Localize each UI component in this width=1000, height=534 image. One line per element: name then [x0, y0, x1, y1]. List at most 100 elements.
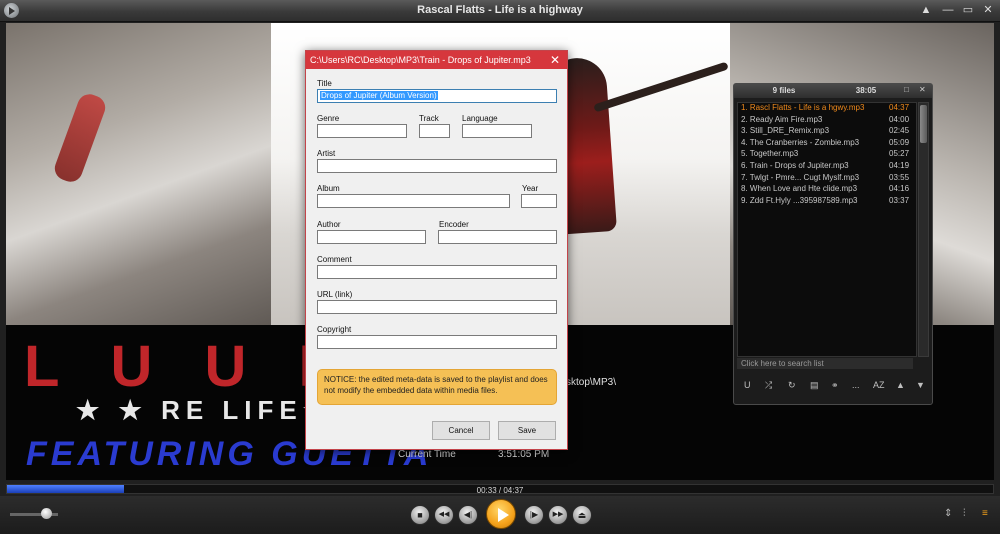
- save-button[interactable]: Save: [498, 421, 556, 440]
- playlist-search-input[interactable]: Click here to search list: [737, 358, 913, 369]
- playlist-item[interactable]: 7. Twlgt - Pmre... Cugt Myslf.mp3 03:55: [738, 173, 916, 185]
- playlist-panel: 9 files 38:05 □ ✕ 1. Rascl Flatts - Life…: [733, 83, 933, 405]
- playlist-item-duration: 04:37: [889, 103, 910, 112]
- osd-current-time-value: 3:51:05 PM: [498, 449, 550, 460]
- encoder-label: Encoder: [439, 220, 469, 229]
- playlist-item-name: 8. When Love and Hte clide.mp3: [741, 184, 858, 194]
- dialog-close-icon[interactable]: ✕: [549, 51, 561, 69]
- window-title: Rascal Flatts - Life is a highway: [417, 4, 583, 16]
- close-button[interactable]: ✕: [980, 2, 996, 18]
- url-label: URL (link): [317, 290, 353, 299]
- playlist-list[interactable]: 1. Rascl Flatts - Life is a hgwy.mp3 04:3…: [737, 102, 917, 357]
- comment-field[interactable]: [317, 265, 557, 279]
- playlist-item-name: 5. Together.mp3: [741, 149, 799, 159]
- move-up-icon[interactable]: ▲: [896, 380, 905, 390]
- playlist-item-duration: 05:09: [889, 137, 910, 147]
- menu-icon[interactable]: ≡: [982, 508, 988, 519]
- playlist-total-duration: 38:05: [855, 86, 877, 95]
- minimize-button[interactable]: —: [940, 2, 956, 18]
- playlist-item-duration: 02:45: [889, 126, 910, 136]
- language-field[interactable]: [462, 124, 532, 138]
- copyright-label: Copyright: [317, 325, 352, 334]
- next-button[interactable]: |▶: [524, 505, 544, 525]
- year-field[interactable]: [521, 194, 557, 208]
- restore-icon[interactable]: □: [904, 85, 909, 94]
- repeat-icon[interactable]: ↻: [788, 380, 796, 391]
- shuffle-icon[interactable]: ⤮: [765, 380, 772, 391]
- playlist-file-count: 9 files: [772, 86, 796, 95]
- playlist-item-duration: 03:37: [889, 195, 910, 205]
- dialog-title-bar[interactable]: C:\Users\RC\Desktop\MP3\Train - Drops of…: [306, 51, 567, 69]
- playlist-item[interactable]: 5. Together.mp3 05:27: [738, 149, 916, 161]
- year-label: Year: [522, 184, 539, 193]
- cancel-button[interactable]: Cancel: [432, 421, 490, 440]
- notice-box: NOTICE: the edited meta-data is saved to…: [317, 369, 557, 405]
- link-icon[interactable]: ⚭: [831, 380, 839, 391]
- url-field[interactable]: [317, 300, 557, 314]
- playlist-item[interactable]: 4. The Cranberries - Zombie.mp3 05:09: [738, 138, 916, 150]
- playlist-item-duration: 04:19: [889, 160, 910, 170]
- track-field[interactable]: [419, 124, 450, 138]
- dialog-title: C:\Users\RC\Desktop\MP3\Train - Drops of…: [310, 55, 531, 65]
- author-label: Author: [317, 220, 341, 229]
- eject-button[interactable]: ⏏: [572, 505, 592, 525]
- copyright-field[interactable]: [317, 335, 557, 349]
- move-down-icon[interactable]: ▼: [916, 380, 925, 390]
- rewind-button[interactable]: ◀◀: [434, 505, 454, 525]
- playlist-item-duration: 03:55: [889, 172, 910, 182]
- playlist-item-name: 3. Still_DRE_Remix.mp3: [741, 126, 830, 136]
- playlist-item-name: 1. Rascl Flatts - Life is a hgwy.mp3: [741, 103, 865, 112]
- maximize-button[interactable]: ▭: [960, 2, 976, 18]
- osd-path: sktop\MP3\: [566, 377, 617, 388]
- playlist-item-duration: 05:27: [889, 149, 910, 159]
- artist-field[interactable]: [317, 159, 557, 173]
- playlist-toolbar: U ⤮ ↻ ▤ ⚭ ... AZ ▲ ▼: [738, 380, 928, 394]
- playlist-item[interactable]: 1. Rascl Flatts - Life is a hgwy.mp3 04:3…: [738, 103, 916, 115]
- track-label: Track: [419, 114, 439, 123]
- encoder-field[interactable]: [438, 230, 557, 244]
- document-icon[interactable]: ▤: [810, 380, 819, 391]
- sort-az-icon[interactable]: AZ: [873, 380, 885, 390]
- stop-button[interactable]: ■: [410, 505, 430, 525]
- osd-current-time-label: Current Time: [398, 449, 456, 460]
- playlist-item[interactable]: 9. Zdd Ft.Hyly ...395987589.mp3 03:37: [738, 196, 916, 208]
- title-label: Title: [317, 79, 332, 88]
- media-player-window: Rascal Flatts - Life is a highway ▲ — ▭ …: [0, 0, 1000, 534]
- title-bar[interactable]: Rascal Flatts - Life is a highway ▲ — ▭ …: [0, 0, 1000, 22]
- time-display: 00:33 / 04:37: [476, 486, 524, 495]
- more-icon[interactable]: ...: [852, 380, 860, 390]
- forward-button[interactable]: ▶▶: [548, 505, 568, 525]
- shuffle-u-icon[interactable]: U: [744, 380, 751, 390]
- playlist-item-duration: 04:16: [889, 184, 910, 194]
- artist-label: Artist: [317, 149, 336, 158]
- genre-field[interactable]: [317, 124, 407, 138]
- equalizer-icon[interactable]: ⫶: [963, 508, 966, 519]
- playlist-item[interactable]: 8. When Love and Hte clide.mp3 04:16: [738, 184, 916, 196]
- playlist-item[interactable]: 6. Train - Drops of Jupiter.mp3 04:19: [738, 161, 916, 173]
- playlist-item-duration: 04:00: [889, 114, 910, 124]
- updown-icon[interactable]: ⇕: [944, 508, 952, 519]
- previous-button[interactable]: ◀|: [458, 505, 478, 525]
- language-label: Language: [462, 114, 498, 123]
- arrow-up-icon[interactable]: ▲: [918, 2, 934, 18]
- video-frame-left: [6, 23, 271, 325]
- playlist-item-name: 6. Train - Drops of Jupiter.mp3: [741, 160, 849, 170]
- playlist-header[interactable]: 9 files 38:05 □ ✕: [734, 84, 932, 98]
- title-field[interactable]: Drops of Jupiter (Album Version): [317, 89, 557, 103]
- playlist-scroll-thumb[interactable]: [920, 105, 927, 143]
- control-bar: ■ ◀◀ ◀| |▶ ▶▶ ⏏ ⇕ ⫶ ≡: [0, 496, 1000, 534]
- play-button[interactable]: [486, 499, 516, 529]
- playlist-item[interactable]: 2. Ready Aim Fire.mp3 04:00: [738, 115, 916, 127]
- playlist-item-name: 4. The Cranberries - Zombie.mp3: [741, 137, 860, 147]
- genre-label: Genre: [317, 114, 340, 123]
- playlist-close-icon[interactable]: ✕: [919, 85, 926, 94]
- volume-knob[interactable]: [40, 508, 52, 519]
- album-field[interactable]: [317, 194, 510, 208]
- author-field[interactable]: [317, 230, 426, 244]
- album-label: Album: [317, 184, 340, 193]
- playlist-scrollbar[interactable]: [918, 102, 929, 357]
- metadata-dialog: C:\Users\RC\Desktop\MP3\Train - Drops of…: [305, 50, 568, 450]
- title-field-value: Drops of Jupiter (Album Version): [320, 91, 438, 100]
- playlist-item[interactable]: 3. Still_DRE_Remix.mp3 02:45: [738, 126, 916, 138]
- playlist-item-name: 9. Zdd Ft.Hyly ...395987589.mp3: [741, 195, 858, 205]
